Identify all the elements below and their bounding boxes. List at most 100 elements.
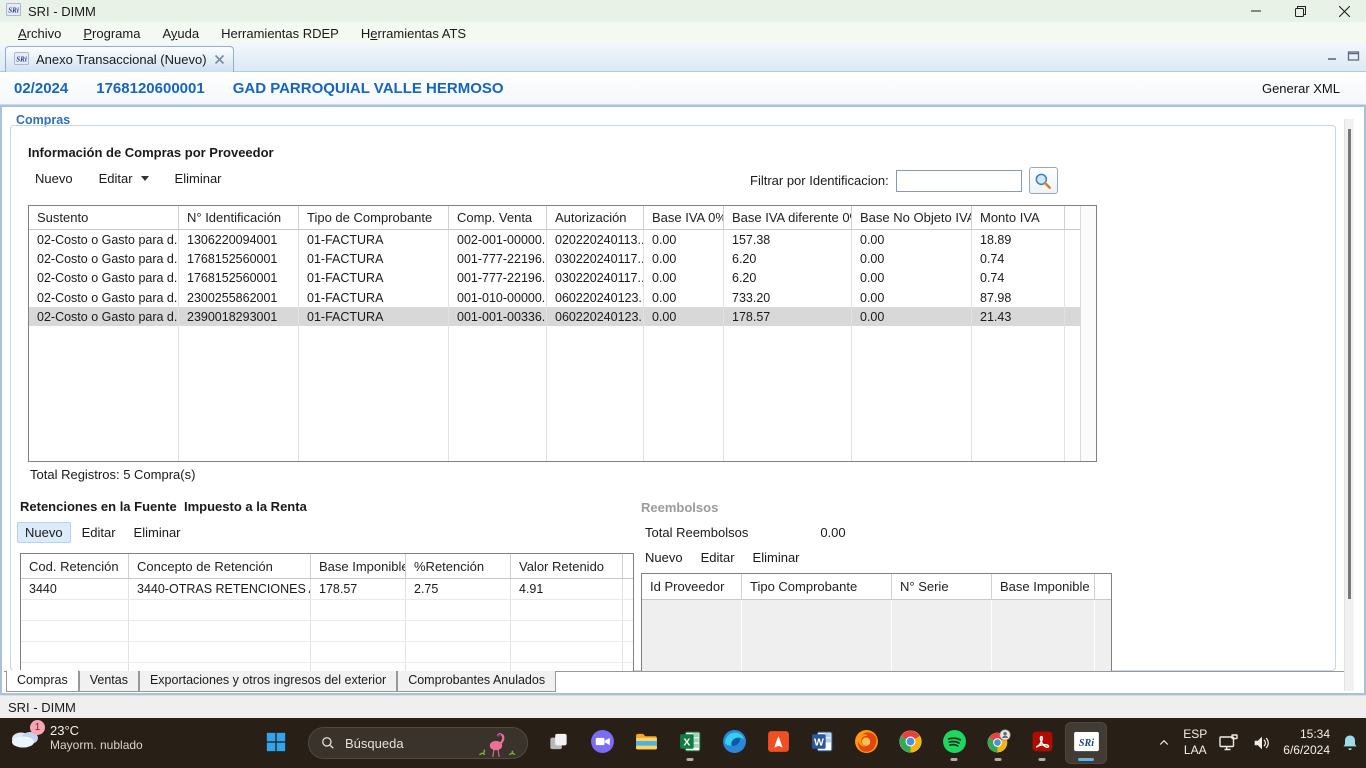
restore-button[interactable] [1278,0,1322,22]
reembolsos-editar-button[interactable]: Editar [701,550,735,565]
bottom-tab-exportaciones[interactable]: Exportaciones y otros ingresos del exter… [139,671,397,692]
taskbar-edge-icon[interactable] [714,723,754,763]
table-cell [406,621,511,641]
compras-row[interactable] [29,326,1096,345]
menu-item-herramientas-rdep[interactable]: Herramientas RDEP [211,24,349,43]
table-cell [29,442,179,461]
retencion-row[interactable] [21,642,633,663]
taskbar-firefox-icon[interactable] [846,723,886,763]
taskbar-icons: X W SRi [538,723,1106,763]
view-maximize-icon[interactable] [1347,50,1360,62]
retencion-row[interactable]: 34403440-OTRAS RETENCIONES A...178.572.7… [21,579,633,600]
column-header: Base Imponible [992,574,1095,599]
taskbar-word-icon[interactable]: W [802,723,842,763]
taskbar-search[interactable]: Búsqueda [308,727,528,759]
network-icon[interactable] [1217,731,1241,755]
tab-close-icon[interactable] [214,54,225,65]
view-minimize-icon[interactable] [1326,50,1339,62]
table-cell: 2.75 [406,579,511,599]
reembolso-row[interactable] [642,624,1111,648]
reembolso-row[interactable] [642,648,1111,672]
compras-row[interactable] [29,365,1096,384]
period-value: 02/2024 [14,80,68,97]
notification-bell-icon[interactable] [1340,733,1360,753]
table-cell [449,384,547,403]
table-cell [311,600,406,620]
column-header: Base No Objeto IVA [852,206,972,229]
reembolsos-eliminar-button[interactable]: Eliminar [753,550,800,565]
table-cell: 178.57 [311,579,406,599]
retenciones-table[interactable]: Cod. RetenciónConcepto de RetenciónBase … [20,553,634,672]
taskbar-spotify-icon[interactable] [934,723,974,763]
bottom-tab-ventas[interactable]: Ventas [79,671,139,692]
compras-row[interactable]: 02-Costo o Gasto para d...23900182930010… [29,307,1096,326]
nuevo-button[interactable]: Nuevo [35,171,73,186]
firefox-icon [854,729,879,757]
taskbar-sri-dimm-icon[interactable]: SRi [1066,723,1106,763]
taskbar-video-app-icon[interactable] [582,723,622,763]
reembolso-row[interactable] [642,600,1111,624]
table-cell [852,346,972,365]
filter-search-button[interactable] [1029,167,1058,194]
compras-row[interactable] [29,404,1096,423]
table-cell [547,384,644,403]
eliminar-button[interactable]: Eliminar [175,171,222,186]
compras-table-scrollbar[interactable] [1080,206,1096,461]
taskbar-task-view-icon[interactable] [538,723,578,763]
tab-anexo-transaccional[interactable]: SRi Anexo Transaccional (Nuevo) [5,46,234,72]
weather-temp: 23°C [50,723,143,738]
compras-table[interactable]: SustentoN° IdentificaciónTipo de Comprob… [28,205,1097,462]
weather-widget[interactable]: 1 23°C Mayorm. nublado [8,723,143,752]
menu-item-herramientas-ats[interactable]: Herramientas ATS [351,24,476,43]
compras-row[interactable]: 02-Costo o Gasto para d...13062200940010… [29,230,1096,249]
compras-row[interactable]: 02-Costo o Gasto para d...17681525600010… [29,249,1096,268]
compras-row[interactable] [29,346,1096,365]
bottom-tab-comprobantes[interactable]: Comprobantes Anulados [397,671,556,692]
table-cell: 02-Costo o Gasto para d... [29,307,179,326]
taskbar-chrome-icon[interactable] [890,723,930,763]
editar-button[interactable]: Editar [99,171,149,186]
menu-item-ayuda[interactable]: Ayuda [152,24,209,43]
retenciones-eliminar-button[interactable]: Eliminar [134,525,181,540]
retencion-row[interactable] [21,600,633,621]
taskbar-acrobat-icon[interactable] [1022,723,1062,763]
page-scrollbar[interactable] [1344,119,1354,691]
taskbar-excel-icon[interactable]: X [670,723,710,763]
filter-input[interactable] [896,170,1022,192]
menu-item-programa[interactable]: Programa [73,24,150,43]
close-button[interactable] [1322,0,1366,22]
retenciones-editar-button[interactable]: Editar [82,525,116,540]
table-cell: 157.38 [724,230,852,249]
compras-row[interactable] [29,442,1096,461]
taskbar-file-explorer-icon[interactable] [626,723,666,763]
table-cell [406,642,511,662]
minimize-button[interactable] [1234,0,1278,22]
start-button[interactable] [265,731,287,756]
table-cell [547,442,644,461]
tab-label: Anexo Transaccional (Nuevo) [36,52,207,67]
retenciones-nuevo-button[interactable]: Nuevo [17,522,71,543]
sri-tab-logo-icon: SRi [14,51,29,69]
bottom-tab-compras[interactable]: Compras [6,670,79,692]
compras-row[interactable] [29,384,1096,403]
reembolsos-nuevo-button[interactable]: Nuevo [645,550,683,565]
retencion-row[interactable] [21,621,633,642]
tray-chevron-up-icon[interactable] [1155,734,1173,752]
compras-row[interactable]: 02-Costo o Gasto para d...17681525600010… [29,269,1096,288]
compras-row[interactable]: 02-Costo o Gasto para d...23002558620010… [29,288,1096,307]
generar-xml-button[interactable]: Generar XML [1262,81,1340,96]
taskbar-chrome-profile-icon[interactable] [978,723,1018,763]
table-cell [972,423,1065,442]
clock[interactable]: 15:34 6/6/2024 [1283,727,1330,758]
column-header: Id Proveedor [642,574,742,599]
scrollbar-thumb[interactable] [1348,129,1351,599]
table-cell [742,600,892,624]
editar-dropdown-icon[interactable] [141,176,149,181]
menu-item-archivo[interactable]: Archivo [8,24,71,43]
volume-icon[interactable] [1251,732,1273,754]
sri-dimm-window: { "window": { "title": "SRI - DIMM", "me… [0,0,1366,768]
taskbar-nitro-pdf-icon[interactable] [758,723,798,763]
language-indicator[interactable]: ESP LAA [1183,727,1207,758]
table-cell: 001-001-00336... [449,307,547,326]
compras-row[interactable] [29,423,1096,442]
